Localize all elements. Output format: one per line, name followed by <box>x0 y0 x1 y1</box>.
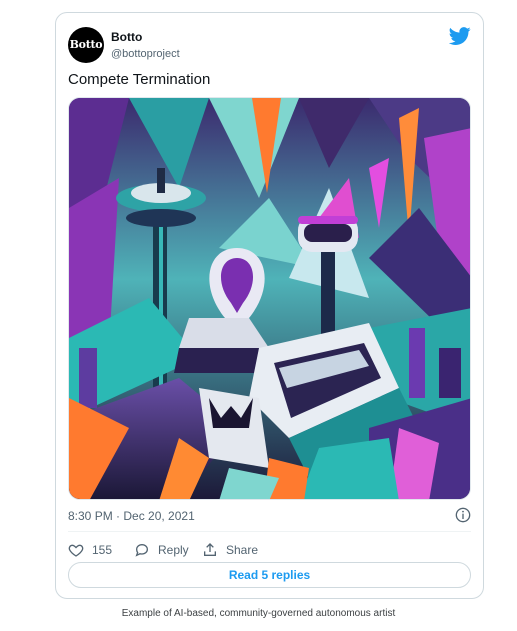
tweet-media-image[interactable] <box>68 97 471 500</box>
tweet-card: Botto Botto @bottoproject Compete Termin… <box>55 12 484 599</box>
author-name[interactable]: Botto <box>111 30 142 44</box>
artwork-image <box>69 98 470 499</box>
info-icon[interactable] <box>455 507 471 523</box>
reply-button[interactable]: Reply <box>134 538 189 562</box>
figure-caption: Example of AI-based, community-governed … <box>121 608 396 619</box>
tweet-timestamp[interactable]: 8:30 PM · Dec 20, 2021 <box>68 509 195 523</box>
share-label: Share <box>226 543 259 557</box>
reply-label: Reply <box>158 543 189 557</box>
share-icon <box>204 543 216 556</box>
author-handle[interactable]: @bottoproject <box>111 48 180 60</box>
share-button[interactable]: Share <box>202 538 258 562</box>
twitter-bird-icon[interactable] <box>449 25 471 47</box>
like-button[interactable]: 155 <box>68 538 112 562</box>
like-count: 155 <box>92 543 113 557</box>
avatar[interactable]: Botto <box>68 27 104 63</box>
reply-bubble-icon <box>135 543 149 557</box>
read-replies-button[interactable]: Read 5 replies <box>68 562 471 588</box>
divider <box>68 531 471 532</box>
tweet-text: Compete Termination <box>68 71 211 88</box>
tweet-actions: 155 Reply Share <box>68 538 471 562</box>
heart-icon <box>68 544 84 557</box>
tweet-header: Botto Botto @bottoproject <box>68 25 471 69</box>
